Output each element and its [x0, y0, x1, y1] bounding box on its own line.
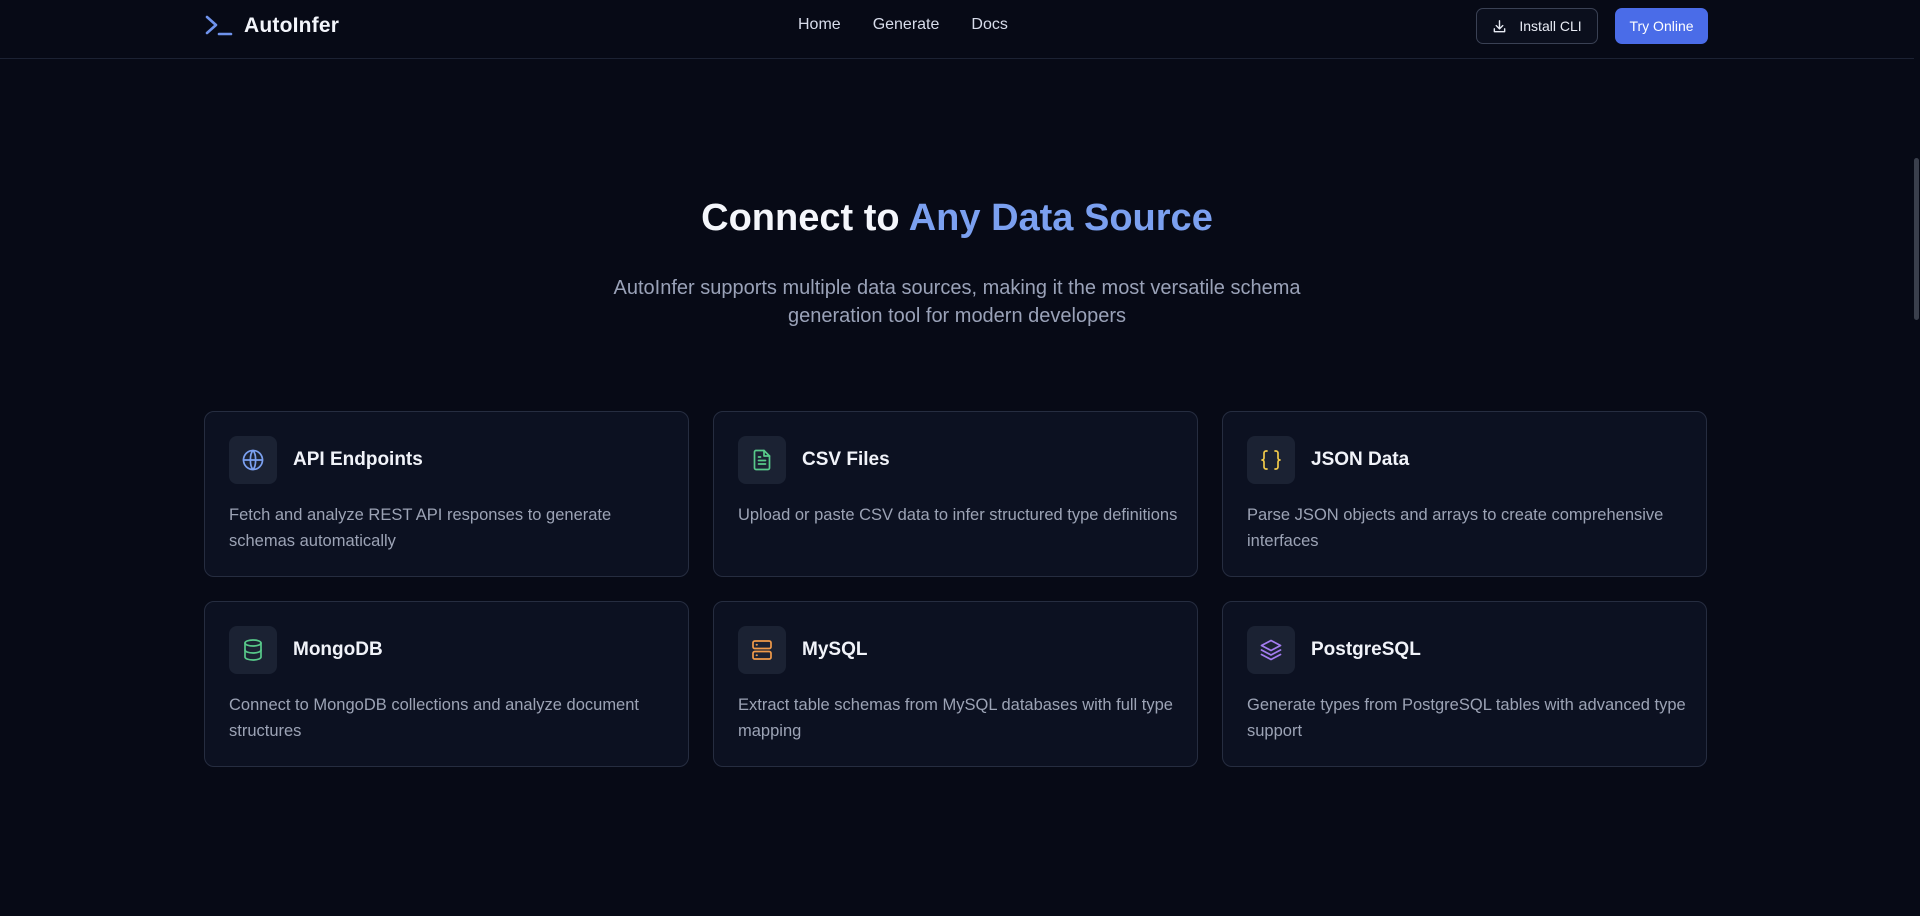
card-icon-box [738, 626, 786, 674]
card-icon-box [1247, 436, 1295, 484]
card-description: Fetch and analyze REST API responses to … [229, 506, 612, 550]
install-cli-button[interactable]: Install CLI [1476, 8, 1598, 44]
card-description: Upload or paste CSV data to infer struct… [738, 506, 1178, 524]
download-icon [1494, 19, 1506, 32]
nav-link-home[interactable]: Home [798, 16, 841, 34]
card-csv-files[interactable]: CSV Files Upload or paste CSV data to in… [713, 411, 1198, 577]
layers-icon [1260, 639, 1282, 661]
card-description: Parse JSON objects and arrays to create … [1247, 506, 1664, 550]
card-title: JSON Data [1311, 449, 1410, 470]
heading-accent-text: Any Data Source [908, 197, 1213, 239]
nav-links: Home Generate Docs [798, 16, 1008, 34]
top-navbar: AutoInfer Home Generate Docs Install CLI… [0, 0, 1914, 59]
database-icon [244, 639, 262, 661]
card-mysql[interactable]: MySQL Extract table schemas from MySQL d… [713, 601, 1198, 767]
try-online-button[interactable]: Try Online [1615, 8, 1708, 44]
card-description: Extract table schemas from MySQL databas… [738, 696, 1173, 740]
file-text-icon [753, 449, 771, 471]
brand-logo[interactable]: AutoInfer [204, 12, 339, 40]
heading-plain-text: Connect to [701, 197, 909, 239]
scrollbar-thumb[interactable] [1914, 158, 1919, 320]
install-cli-label: Install CLI [1519, 18, 1582, 34]
braces-icon [1261, 450, 1281, 470]
card-title: CSV Files [802, 449, 890, 470]
card-title: MongoDB [293, 639, 383, 660]
section-subtitle: AutoInfer supports multiple data sources… [613, 277, 1301, 327]
globe-icon [242, 449, 264, 471]
section-heading: Connect to Any Data Source [0, 197, 1914, 240]
card-description: Generate types from PostgreSQL tables wi… [1247, 696, 1686, 740]
card-postgresql[interactable]: PostgreSQL Generate types from PostgreSQ… [1222, 601, 1707, 767]
card-json-data[interactable]: JSON Data Parse JSON objects and arrays … [1222, 411, 1707, 577]
nav-link-docs[interactable]: Docs [971, 16, 1007, 34]
terminal-icon [205, 15, 233, 36]
card-icon-box [1247, 626, 1295, 674]
brand-name: AutoInfer [244, 14, 340, 37]
page-scrollbar[interactable] [1914, 0, 1920, 916]
card-title: PostgreSQL [1311, 639, 1421, 660]
card-icon-box [738, 436, 786, 484]
card-icon-box [229, 436, 277, 484]
card-title: MySQL [802, 639, 868, 660]
card-api-endpoints[interactable]: API Endpoints Fetch and analyze REST API… [204, 411, 689, 577]
server-icon [752, 640, 772, 660]
nav-link-generate[interactable]: Generate [873, 16, 940, 34]
card-mongodb[interactable]: MongoDB Connect to MongoDB collections a… [204, 601, 689, 767]
card-icon-box [229, 626, 277, 674]
card-title: API Endpoints [293, 449, 423, 470]
card-description: Connect to MongoDB collections and analy… [229, 696, 639, 740]
